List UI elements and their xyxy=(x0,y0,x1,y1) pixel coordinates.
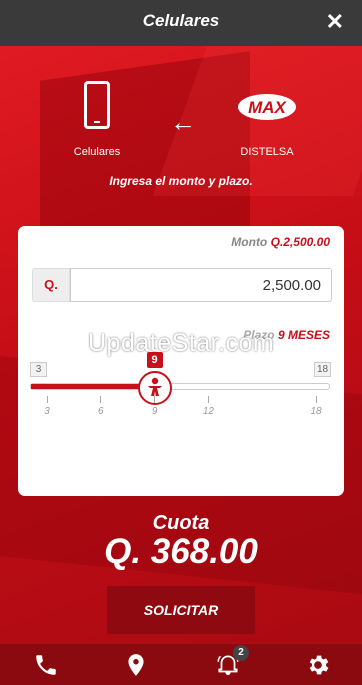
slider-tick: 9 xyxy=(145,396,165,417)
slider-max-label: 18 xyxy=(314,362,331,377)
phone-icon[interactable] xyxy=(33,652,59,678)
category-label: Celulares xyxy=(73,146,121,158)
solicitar-button[interactable]: SOLICITAR xyxy=(107,586,255,634)
close-icon[interactable]: ✕ xyxy=(326,10,344,34)
slider-min-label: 3 xyxy=(30,362,47,377)
tick-label: 18 xyxy=(310,406,322,417)
tick-mark xyxy=(154,396,156,403)
tick-mark xyxy=(315,396,317,403)
amount-input[interactable] xyxy=(70,268,332,302)
max-logo: MAX xyxy=(238,94,296,120)
currency-prefix: Q. xyxy=(32,268,70,302)
term-slider-track[interactable] xyxy=(30,383,330,390)
tick-label: 9 xyxy=(151,406,158,417)
tick-mark xyxy=(207,396,209,403)
monto-label: Monto xyxy=(231,235,268,249)
person-icon xyxy=(147,377,162,396)
tick-label: 6 xyxy=(98,406,104,417)
top-bar: Celulares ✕ xyxy=(0,0,362,46)
arrow-left-icon: ← xyxy=(170,107,196,137)
page-title: Celulares xyxy=(142,11,220,30)
instructions-text: Ingresa el monto y plazo. xyxy=(109,174,253,188)
watermark: UpdateStar.com xyxy=(88,329,275,357)
tick-mark xyxy=(100,396,102,403)
tick-mark xyxy=(46,396,48,403)
plazo-value: 9 MESES xyxy=(277,328,330,342)
tick-label: 3 xyxy=(44,406,50,417)
slider-tick: 18 xyxy=(306,396,326,417)
gear-icon[interactable] xyxy=(305,652,331,678)
mobile-phone-icon xyxy=(84,81,110,129)
monto-summary: Monto Q.2,500.00 xyxy=(231,235,330,249)
slider-tick: 6 xyxy=(91,396,111,417)
term-slider-fill xyxy=(31,384,155,389)
cuota-value: Q. 368.00 xyxy=(104,532,258,571)
slider-tick: 12 xyxy=(198,396,218,417)
bottom-nav xyxy=(0,643,362,685)
notification-badge: 2 xyxy=(233,645,249,661)
max-logo-text: MAX xyxy=(248,98,287,117)
slider-tick: 3 xyxy=(37,396,57,417)
slider-ticks: 3 6 9 12 18 xyxy=(18,396,344,426)
monto-value: Q.2,500.00 xyxy=(270,235,330,249)
tick-label: 12 xyxy=(202,406,214,417)
location-pin-icon[interactable] xyxy=(123,652,149,678)
store-label: DISTELSA xyxy=(240,146,294,158)
loan-card: Monto Q.2,500.00 Q. Plazo 9 MESES 3 18 9… xyxy=(18,226,344,496)
